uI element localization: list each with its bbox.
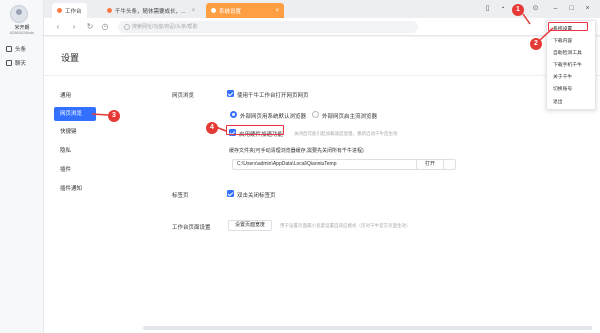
app-sidebar: 米开朗 82880028bdn 头条 聊天 [0,0,44,333]
menu-item-about[interactable]: 关于千牛 [553,73,572,80]
hardware-accel-hint: 关闭后可能引起加载速度变慢，重新启动千牛后生效 [294,131,398,136]
sidebar-item-chat[interactable]: 聊天 [6,58,40,68]
chat-icon [6,60,12,66]
settings-nav-plugin-notify[interactable]: 插件通知 [54,182,96,196]
back-icon[interactable]: ‹ [54,22,62,32]
system-browser-label: 外部网页用系统默认浏览器 [240,114,307,120]
settings-nav-privacy[interactable]: 隐私 [54,144,96,158]
page-title: 设置 [61,53,80,63]
history-icon[interactable]: ◷ [101,22,109,32]
search-icon [124,24,130,30]
settings-page: 设置 通用 网页浏览 快捷键 隐私 插件 插件通知 网页浏览 使用千牛工作台打开… [44,37,600,333]
open-in-qianniu-checkbox[interactable] [227,90,234,97]
bell-icon[interactable]: ◔ [499,5,506,12]
minimize-icon[interactable]: – [552,5,559,12]
tab-label: 千牛头条，随休需要成长，... [115,8,186,15]
system-browser-radio[interactable] [230,111,237,118]
tab-label: 工作台 [65,8,82,15]
tab-label: 系统设置 [219,8,242,15]
highlight-box-hardware-accel [226,125,284,135]
close-tab-icon[interactable]: × [192,8,196,14]
close-tab-icon[interactable]: × [275,8,279,14]
menu-item-downloads[interactable]: 下载内容 [553,37,572,44]
highlight-box-system-settings [548,22,588,31]
news-icon [107,8,112,13]
refresh-icon[interactable]: ↻ [86,22,94,32]
menu-icon[interactable]: ⊙ [532,5,539,12]
menu-item-exit[interactable]: 退出 [553,98,563,105]
menu-item-self-check[interactable]: 自助检测工具 [553,49,582,56]
main-menu-dropdown: 系统设置 下载内容 自助检测工具 下载手机千牛 关于千牛 切换账号 退出 [546,20,596,110]
open-in-qianniu-label: 使用千牛工作台打开网页网页 [237,93,309,99]
section-label-workbench: 工作台页面设置 [172,225,211,231]
horizontal-scrollbar[interactable] [143,326,592,330]
forward-icon[interactable]: › [70,22,78,32]
set-page-width-button[interactable]: 设置页面宽度 [228,220,272,231]
settings-icon [211,8,216,13]
open-folder-button[interactable]: 打开 [416,159,444,170]
double-click-close-checkbox[interactable] [227,190,234,197]
search-input[interactable]: 搜索网址/功能/商品/头条/帮助 [118,21,418,33]
menu-item-download-mobile[interactable]: 下载手机千牛 [553,61,582,68]
tab-workbench[interactable]: 工作台 [52,3,87,18]
settings-nav-shortcuts[interactable]: 快捷键 [54,125,96,139]
address-bar: ‹ › ↻ ◷ 搜索网址/功能/商品/头条/帮助 [44,18,600,36]
news-icon [6,46,12,52]
workbench-hint: 用于设置页面最小宽度设置自适应模式（仅对千牛官方页面生效） [280,223,411,228]
annotation-badge-4: 4 [206,122,218,134]
settings-nav-browsing[interactable]: 网页浏览 [54,107,96,121]
sidebar-item-label: 聊天 [15,61,27,67]
section-label-tabs: 标签页 [172,193,189,199]
sidebar-item-news[interactable]: 头条 [6,44,40,54]
menu-item-switch-account[interactable]: 切换账号 [553,85,572,92]
divider [44,75,600,76]
annotation-badge-1: 1 [512,4,524,16]
annotation-badge-3: 3 [108,110,120,122]
tab-news-article[interactable]: 千牛头条，随休需要成长，... × [102,3,200,18]
self-browser-label: 外部网页启主流浏览器 [322,114,378,120]
phone-icon[interactable]: ▯ [484,5,491,12]
maximize-icon[interactable]: □ [568,5,575,12]
close-icon[interactable]: × [584,5,591,12]
avatar[interactable] [10,5,28,23]
settings-nav-general[interactable]: 通用 [54,89,96,103]
section-label-browsing: 网页浏览 [172,93,195,99]
workbench-icon [57,8,62,13]
cache-folder-label: 缓存文件夹(可手动清理浏览器缓存,需要先关闭所有千牛进程) [229,148,364,154]
settings-nav-plugins[interactable]: 插件 [54,163,96,177]
user-id: 82880028bdn [9,30,35,35]
annotation-badge-2: 2 [530,38,542,50]
double-click-close-label: 双击关闭标签页 [237,193,276,199]
self-browser-radio[interactable] [312,111,319,118]
tab-system-settings[interactable]: 系统设置 × [206,3,284,18]
sidebar-item-label: 头条 [15,47,27,53]
